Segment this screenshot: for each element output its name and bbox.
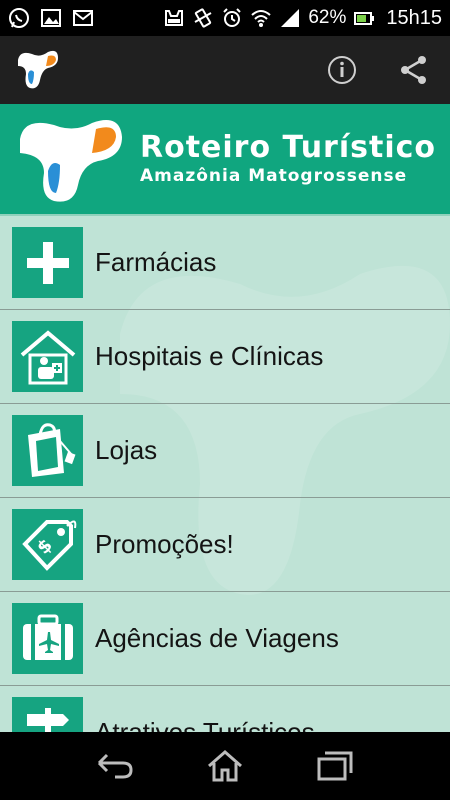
- banner-logo-icon: [20, 120, 122, 202]
- banner-title: Roteiro Turístico: [140, 130, 437, 165]
- navigation-bar: [0, 732, 450, 800]
- suitcase-icon: [12, 603, 83, 674]
- alarm-icon: [221, 7, 243, 29]
- menu-item-label: Farmácias: [95, 247, 217, 277]
- gmail-icon: [72, 7, 94, 29]
- banner-subtitle: Amazônia Matogrossense: [140, 166, 408, 186]
- clock: 15h15: [386, 6, 442, 29]
- tray-icon: [163, 7, 185, 29]
- action-bar: [0, 36, 450, 104]
- price-tag-icon: $: [12, 509, 83, 580]
- status-bar: 62% 15h15: [0, 0, 450, 36]
- menu-item-lojas[interactable]: Lojas: [0, 404, 450, 498]
- signpost-icon: [12, 697, 83, 732]
- back-icon[interactable]: [91, 742, 139, 790]
- menu-item-farmacias[interactable]: Farmácias: [0, 216, 450, 310]
- menu-item-promocoes[interactable]: $ Promoções!: [0, 498, 450, 592]
- menu-item-label: Lojas: [95, 435, 158, 465]
- menu-item-label: Promoções!: [95, 529, 234, 559]
- info-icon[interactable]: [320, 48, 364, 92]
- battery-percent: 62%: [308, 7, 347, 28]
- vibrate-icon: [192, 7, 214, 29]
- home-icon[interactable]: [201, 742, 249, 790]
- menu-item-hospitais[interactable]: Hospitais e Clínicas: [0, 310, 450, 404]
- gallery-icon: [40, 7, 62, 29]
- shopping-bag-icon: [12, 415, 83, 486]
- plus-icon: [12, 227, 83, 298]
- app-logo-icon[interactable]: [14, 46, 62, 94]
- menu-item-label: Hospitais e Clínicas: [95, 341, 324, 371]
- menu-item-atrativos[interactable]: Atrativos Turísticos: [0, 686, 450, 732]
- system-icons: 62% 15h15: [163, 7, 442, 30]
- signal-icon: [279, 7, 301, 29]
- battery-icon: [353, 7, 375, 29]
- recents-icon[interactable]: [311, 742, 359, 790]
- menu-item-label: Atrativos Turísticos: [95, 717, 315, 732]
- menu-item-label: Agências de Viagens: [95, 623, 339, 653]
- whatsapp-icon: [8, 7, 30, 29]
- main-content[interactable]: Roteiro Turístico Amazônia Matogrossense…: [0, 104, 450, 732]
- banner-text: Roteiro Turístico Amazônia Matogrossense: [140, 131, 436, 187]
- wifi-icon: [250, 7, 272, 29]
- notification-icons: [8, 7, 94, 29]
- header-banner: Roteiro Turístico Amazônia Matogrossense: [0, 104, 450, 216]
- menu-item-agencias[interactable]: Agências de Viagens: [0, 592, 450, 686]
- category-menu: Farmácias Hospitais e Clínicas Lojas $ P…: [0, 216, 450, 732]
- hospital-icon: [12, 321, 83, 392]
- share-icon[interactable]: [392, 48, 436, 92]
